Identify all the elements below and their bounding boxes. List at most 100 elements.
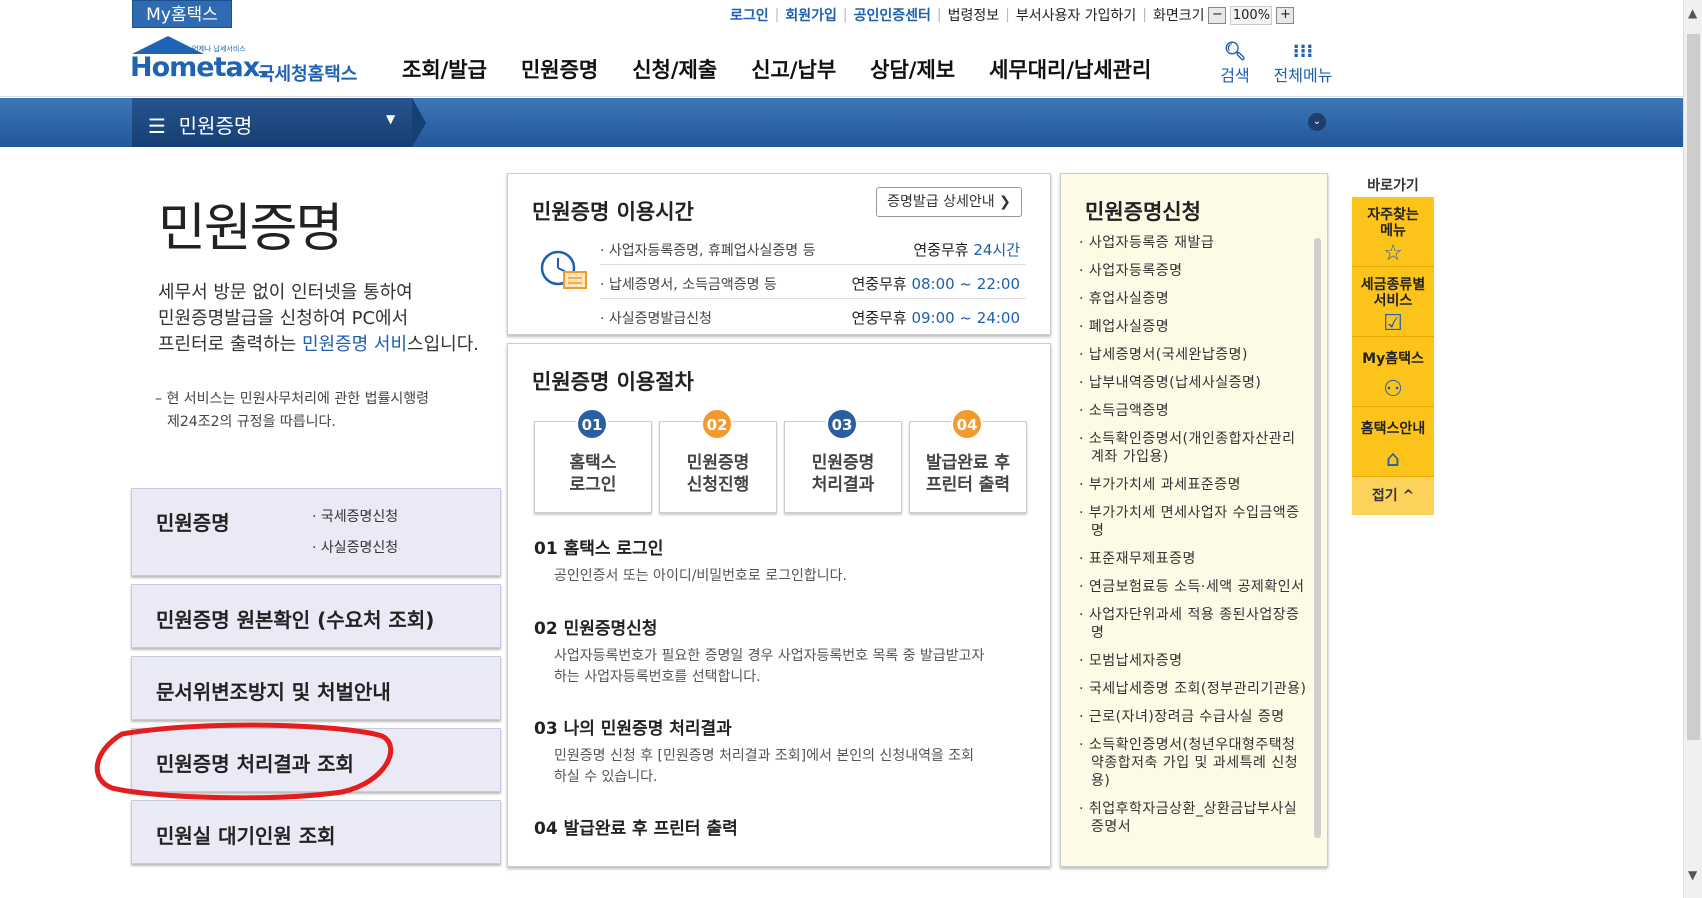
step-card: 04 발급완료 후 프린터 출력 <box>909 408 1027 513</box>
gnb-item-report[interactable]: 신고/납부 <box>751 54 836 84</box>
logo-text: Hometax. <box>130 52 269 83</box>
quick-tax-type-service[interactable]: 세금종류별 서비스 ☑ <box>1352 267 1434 337</box>
cert-center-link[interactable]: 공인인증센터 <box>854 5 931 25</box>
chevron-down-icon: ▼ <box>386 112 396 126</box>
list-item[interactable]: · 사업자단위과세 적용 종된사업장증명 <box>1077 606 1307 642</box>
menu-box-forgery-prevention[interactable]: 문서위변조방지 및 처벌안내 <box>131 656 501 720</box>
list-item[interactable]: · 연금보험료등 소득·세액 공제확인서 <box>1077 578 1307 596</box>
list-item[interactable]: · 소득확인증명서(개인종합자산관리계좌 가입용) <box>1077 430 1307 466</box>
hours-row: · 납세증명서, 소득금액증명 등 연중무휴 08:00 ~ 22:00 <box>600 266 1026 299</box>
location-arrow <box>412 98 426 147</box>
list-item[interactable]: · 부가가치세 면세사업자 수입금액증명 <box>1077 504 1307 540</box>
step-number-badge: 01 <box>576 408 608 440</box>
list-item[interactable]: · 납부내역증명(납세사실증명) <box>1077 374 1307 392</box>
procedure-title: 민원증명 이용절차 <box>532 370 694 394</box>
gnb-item-certificate[interactable]: 민원증명 <box>521 54 598 84</box>
fold-button[interactable]: 접기 ^ <box>1352 477 1434 515</box>
hours-row: · 사업자등록증명, 휴폐업사실증명 등 연중무휴 24시간 <box>600 232 1026 265</box>
list-item[interactable]: · 근로(자녀)장려금 수급사실 증명 <box>1077 708 1307 726</box>
search-icon: 🔍︎ <box>1223 41 1247 62</box>
step-card: 03 민원증명 처리결과 <box>784 408 902 513</box>
hours-row: · 사실증명발급신청 연중무휴 09:00 ~ 24:00 <box>600 309 1020 327</box>
list-item[interactable]: · 납세증명서(국세완납증명) <box>1077 346 1307 364</box>
certificate-apply-panel: 민원증명신청 · 사업자등록증 재발급 · 사업자등록증명 · 휴업사실증명 ·… <box>1060 173 1328 867</box>
list-item[interactable]: · 소득확인증명서(청년우대형주택청약종합저축 가입 및 과세특례 신청용) <box>1077 736 1307 790</box>
logo-korean: 국세청홈택스 <box>258 64 358 85</box>
grid-icon: ⁝⁝⁝ <box>1292 41 1314 62</box>
menu-box-waiting-inquiry[interactable]: 민원실 대기인원 조회 <box>131 800 501 864</box>
gnb-item-consult[interactable]: 상담/제보 <box>870 54 955 84</box>
national-tax-cert-link[interactable]: · 국세증명신청 <box>312 506 398 526</box>
quick-links: 바로가기 자주찾는 메뉴 ☆ 세금종류별 서비스 ☑ My홈택스 ⚇ 홈택스안내 ⌂… <box>1352 175 1434 515</box>
list-item[interactable]: · 휴업사실증명 <box>1077 290 1307 308</box>
quick-favorite-menu[interactable]: 자주찾는 메뉴 ☆ <box>1352 197 1434 267</box>
expand-circle-icon[interactable]: ⌄ <box>1308 113 1326 131</box>
law-info-link[interactable]: 법령정보 <box>948 5 1000 25</box>
zoom-in-button[interactable]: + <box>1276 6 1295 24</box>
my-hometax-tab[interactable]: My홈택스 <box>132 0 232 28</box>
screen-size-label: 화면크기 <box>1152 8 1205 24</box>
scrollbar-thumb[interactable] <box>1687 34 1700 740</box>
step-number-badge: 04 <box>951 408 983 440</box>
menu-box-original-check[interactable]: 민원증명 원본확인 (수요처 조회) <box>131 584 501 648</box>
global-nav: 조회/발급 민원증명 신청/제출 신고/납부 상담/제보 세무대리/납세관리 <box>402 54 1185 84</box>
menu-box-certificate[interactable]: 민원증명 · 국세증명신청 · 사실증명신청 <box>131 488 501 576</box>
signup-link[interactable]: 회원가입 <box>785 5 837 25</box>
step-description: 02 민원증명신청 사업자등록번호가 필요한 증명일 경우 사업자등록번호 목록… <box>534 619 985 685</box>
list-item[interactable]: · 폐업사실증명 <box>1077 318 1307 336</box>
login-link[interactable]: 로그인 <box>730 5 769 25</box>
list-item[interactable]: · 사업자등록증명 <box>1077 262 1307 280</box>
step-description: 01 홈택스 로그인 공인인증서 또는 아이디/비밀번호로 로그인합니다. <box>534 539 847 584</box>
apply-list-scrollbar[interactable] <box>1314 238 1321 838</box>
top-links: 로그인 | 회원가입 | 공인인증센터 | 법령정보 | 부서사용자 가입하기 | 화면크… <box>730 4 1298 26</box>
quick-hometax-guide[interactable]: 홈택스안내 ⌂ <box>1352 407 1434 477</box>
page-title: 민원증명 <box>158 199 343 259</box>
list-item[interactable]: · 취업후학자금상환_상환금납부사실증명서 <box>1077 800 1307 836</box>
search-button[interactable]: 🔍︎ 검색 <box>1215 42 1255 86</box>
fact-cert-link[interactable]: · 사실증명신청 <box>312 537 398 557</box>
service-link[interactable]: 민원증명 서비 <box>302 334 407 355</box>
user-icon: ⚇ <box>1383 377 1403 402</box>
usage-hours-title: 민원증명 이용시간 <box>532 200 694 224</box>
step-card: 02 민원증명 신청진행 <box>659 408 777 513</box>
quick-my-hometax[interactable]: My홈택스 ⚇ <box>1352 337 1434 407</box>
all-menu-label: 전체메뉴 <box>1273 66 1333 85</box>
list-item[interactable]: · 소득금액증명 <box>1077 402 1307 420</box>
usage-hours-panel: 민원증명 이용시간 증명발급 상세안내 ❯ · 사업자등록증명, 휴폐업사실증명… <box>507 173 1051 335</box>
top-utility-bar: My홈택스 로그인 | 회원가입 | 공인인증센터 | 법령정보 | 부서사용자 가입하… <box>0 0 1683 30</box>
intro-text: 세무서 방문 없이 인터넷을 통하여 민원증명발급을 신청하여 PC에서 프린터… <box>158 282 479 355</box>
scroll-down-icon[interactable]: ▼ <box>1688 868 1697 882</box>
gnb-item-agency[interactable]: 세무대리/납세관리 <box>989 54 1151 84</box>
list-item[interactable]: · 국세납세증명 조회(정부관리기관용) <box>1077 680 1307 698</box>
star-icon: ☆ <box>1383 241 1403 266</box>
dept-user-link[interactable]: 부서사용자 가입하기 <box>1016 5 1136 25</box>
quick-links-title: 바로가기 <box>1367 178 1419 194</box>
legal-note: – 현 서비스는 민원사무처리에 관한 법률시행령 제24조2의 규정을 따릅니… <box>155 391 429 430</box>
gnb-item-apply[interactable]: 신청/제출 <box>632 54 717 84</box>
page-scrollbar[interactable]: ▲ ▼ <box>1683 0 1702 898</box>
step-description: 04 발급완료 후 프린터 출력 <box>534 819 738 839</box>
list-item[interactable]: · 사업자등록증 재발급 <box>1077 234 1307 252</box>
apply-list: · 사업자등록증 재발급 · 사업자등록증명 · 휴업사실증명 · 폐업사실증명… <box>1077 234 1307 846</box>
gnb-item-inquiry[interactable]: 조회/발급 <box>402 54 487 84</box>
step-card: 01 홈택스 로그인 <box>534 408 652 513</box>
menu-box-result-inquiry[interactable]: 민원증명 처리결과 조회 <box>131 728 501 792</box>
apply-title: 민원증명신청 <box>1085 200 1201 224</box>
zoom-value: 100% <box>1230 5 1273 25</box>
detail-guide-button[interactable]: 증명발급 상세안내 ❯ <box>876 187 1022 217</box>
step-description: 03 나의 민원증명 처리결과 민원증명 신청 후 [민원증명 처리결과 조회]… <box>534 719 975 785</box>
hometax-logo[interactable]: 언제나 납세서비스 Hometax. 국세청홈택스 <box>130 36 360 88</box>
step-number-badge: 02 <box>701 408 733 440</box>
step-number-badge: 03 <box>826 408 858 440</box>
all-menu-button[interactable]: ⁝⁝⁝ 전체메뉴 <box>1268 42 1338 86</box>
list-item[interactable]: · 모범납세자증명 <box>1077 652 1307 670</box>
location-title: ☰ 민원증명 <box>148 114 253 138</box>
search-label: 검색 <box>1220 66 1250 85</box>
list-item[interactable]: · 표준재무제표증명 <box>1077 550 1307 568</box>
scroll-up-icon[interactable]: ▲ <box>1688 6 1697 20</box>
location-bar: ☰ 민원증명 ▼ <box>0 98 1683 147</box>
zoom-out-button[interactable]: − <box>1208 6 1227 24</box>
checkbox-icon: ☑ <box>1383 311 1403 336</box>
list-item[interactable]: · 부가가치세 과세표준증명 <box>1077 476 1307 494</box>
home-icon: ⌂ <box>1386 447 1400 472</box>
